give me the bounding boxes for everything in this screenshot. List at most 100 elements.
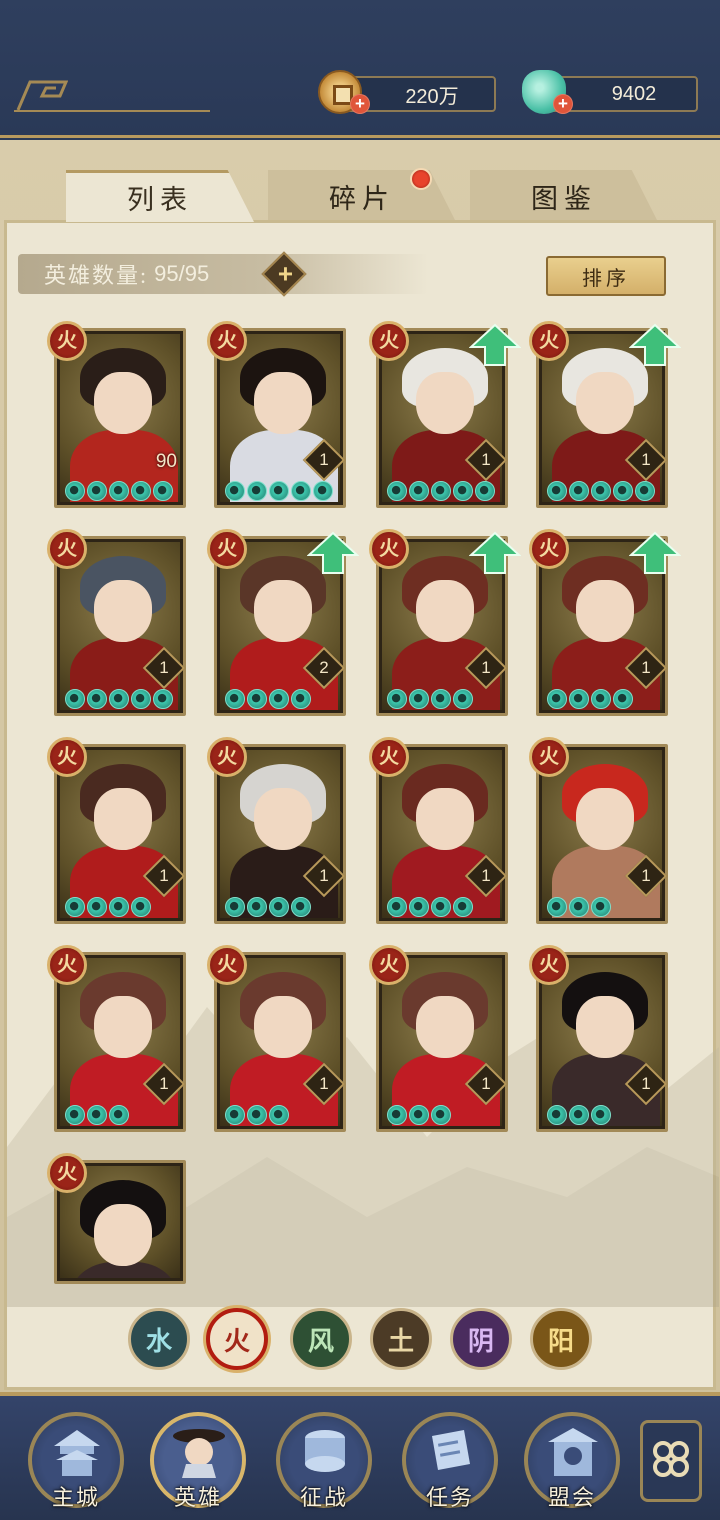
jade-star-icon — [569, 689, 589, 709]
fire-element-icon: 火 — [529, 737, 569, 777]
jade-star-icon — [131, 689, 151, 709]
hero-card[interactable]: 火1 — [369, 529, 521, 716]
jade-star-icon — [591, 1105, 611, 1125]
hero-card[interactable]: 火1 — [47, 737, 186, 924]
filter-yin-button[interactable]: 阴 — [450, 1308, 512, 1370]
fire-element-icon: 火 — [529, 945, 569, 985]
hero-face — [254, 580, 312, 642]
hero-face — [416, 996, 474, 1058]
hero-star-rating — [225, 481, 333, 501]
nav-campaign[interactable]: 征战 — [276, 1412, 372, 1510]
hero-portrait — [60, 334, 180, 502]
hero-level: 1 — [481, 1074, 491, 1093]
hero-card[interactable]: 火1 — [529, 529, 681, 716]
jade-star-icon — [635, 481, 655, 501]
jade-star-icon — [387, 689, 407, 709]
hero-count-bar: 英雄数量: 95/95 — [18, 254, 428, 294]
jade-star-icon — [591, 689, 611, 709]
hero-level: 1 — [641, 1074, 651, 1093]
scroll-icon — [432, 1430, 470, 1470]
filter-wind-button[interactable]: 风 — [290, 1308, 352, 1370]
hero-star-rating — [547, 689, 633, 709]
add-jade-button[interactable]: + — [553, 94, 573, 114]
jade-star-icon — [247, 689, 267, 709]
hero-card[interactable]: 火1 — [529, 321, 681, 508]
filter-fire-label: 火 — [223, 1326, 250, 1356]
hero-card[interactable]: 火1 — [529, 737, 668, 924]
upgrade-arrow-icon — [469, 323, 521, 366]
jade-star-icon — [453, 481, 473, 501]
hero-face — [254, 372, 312, 434]
hero-card[interactable]: 火1 — [207, 945, 346, 1132]
filter-water-button[interactable]: 水 — [128, 1308, 190, 1370]
hero-level: 1 — [159, 1074, 169, 1093]
notification-dot — [410, 168, 432, 190]
jade-star-icon — [409, 1105, 429, 1125]
add-coins-button[interactable]: + — [350, 94, 370, 114]
hero-star-rating — [387, 689, 473, 709]
hero-level: 2 — [319, 658, 329, 677]
nav-main-city[interactable]: 主城 — [28, 1412, 124, 1510]
nav-guild[interactable]: 盟会 — [524, 1412, 620, 1510]
jade-star-icon — [87, 1105, 107, 1125]
filter-wind-label: 风 — [307, 1326, 334, 1356]
hero-face — [94, 788, 152, 850]
hero-level: 1 — [481, 658, 491, 677]
filter-earth-label: 土 — [387, 1326, 414, 1356]
jade-star-icon — [547, 689, 567, 709]
jade-star-icon — [547, 481, 567, 501]
flower-menu-icon — [653, 1441, 689, 1477]
nav-tasks[interactable]: 任务 — [402, 1412, 498, 1510]
hero-card[interactable]: 火1 — [207, 737, 346, 924]
hero-card[interactable]: 火1 — [369, 321, 521, 508]
jade-star-icon — [475, 481, 495, 501]
hero-star-rating — [65, 1105, 129, 1125]
jade-star-icon — [591, 481, 611, 501]
tab-list[interactable]: 列表 — [66, 170, 254, 222]
fire-element-icon: 火 — [207, 529, 247, 569]
filter-yang-button[interactable]: 阳 — [530, 1308, 592, 1370]
hero-card[interactable]: 火1 — [529, 945, 668, 1132]
fire-element-icon: 火 — [529, 529, 569, 569]
filter-yang-label: 阳 — [547, 1326, 574, 1356]
jade-star-icon — [387, 1105, 407, 1125]
jade-star-icon — [547, 897, 567, 917]
nav-heroes[interactable]: 英雄 — [150, 1412, 246, 1510]
hero-star-rating — [225, 897, 311, 917]
hero-face — [576, 372, 634, 434]
jade-star-icon — [247, 1105, 267, 1125]
more-menu-button[interactable] — [640, 1420, 702, 1502]
hero-card[interactable]: 火1 — [47, 529, 186, 716]
hero-level: 1 — [641, 658, 651, 677]
filter-yin-label: 阴 — [467, 1326, 494, 1356]
jade-star-icon — [225, 897, 245, 917]
jade-star-icon — [431, 481, 451, 501]
fire-element-icon: 火 — [47, 945, 87, 985]
hero-star-rating — [547, 897, 611, 917]
jade-star-icon — [409, 897, 429, 917]
fire-element-icon: 火 — [47, 321, 87, 361]
hero-card[interactable]: 火 90 — [47, 321, 186, 508]
jade-star-icon — [65, 481, 85, 501]
tab-codex[interactable]: 图鉴 — [470, 170, 658, 222]
jade-star-icon — [431, 1105, 451, 1125]
sort-button[interactable]: 排序 — [546, 256, 666, 296]
filter-earth-button[interactable]: 土 — [370, 1308, 432, 1370]
nav-main-city-label: 主城 — [51, 1485, 100, 1510]
sort-button-label: 排序 — [582, 267, 630, 290]
tab-fragments-label: 碎片 — [329, 183, 395, 214]
hero-level: 1 — [159, 658, 169, 677]
upgrade-arrow-icon — [629, 531, 681, 574]
hero-card[interactable]: 火1 — [47, 945, 186, 1132]
hero-card[interactable]: 火1 — [369, 737, 508, 924]
jade-star-icon — [131, 481, 151, 501]
hero-star-rating — [225, 689, 311, 709]
filter-fire-button[interactable]: 火 — [206, 1308, 268, 1370]
hero-card[interactable]: 火2 — [207, 529, 359, 716]
jade-star-icon — [291, 481, 311, 501]
hero-card[interactable]: 火 — [47, 1153, 186, 1284]
fire-element-icon: 火 — [369, 529, 409, 569]
hero-card[interactable]: 火1 — [369, 945, 508, 1132]
hero-card[interactable]: 火1 — [207, 321, 346, 508]
jade-star-icon — [547, 1105, 567, 1125]
